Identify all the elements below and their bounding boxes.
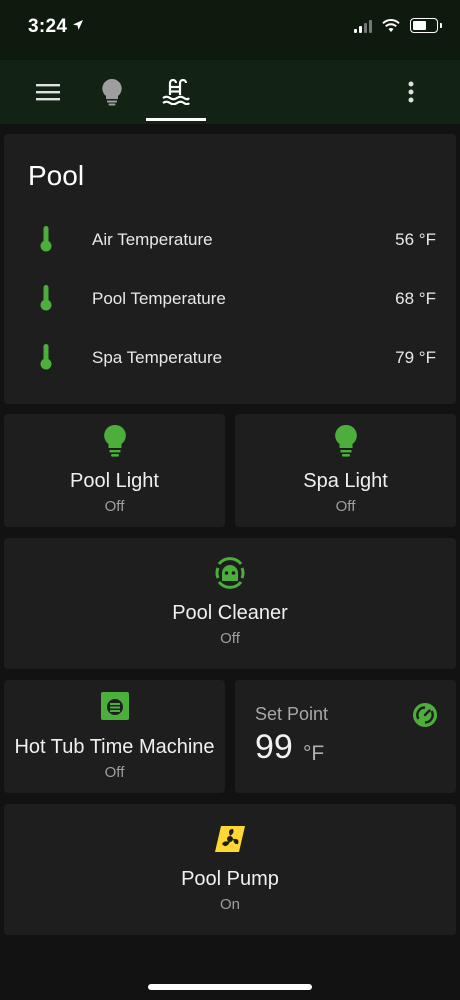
pool-sensors-card: Pool Air Temperature 56 °F Pool Temperat…	[4, 134, 456, 404]
tile-state: Off	[104, 764, 125, 781]
pool-ladder-icon	[162, 79, 190, 105]
sensor-value: 56 °F	[395, 230, 436, 249]
pool-light-tile[interactable]: Pool Light Off	[4, 414, 225, 527]
lightbulb-icon	[334, 424, 357, 457]
sensor-row-air-temperature[interactable]: Air Temperature 56 °F	[4, 220, 436, 260]
sensor-name: Pool Temperature	[92, 289, 226, 308]
status-time: 3:24	[28, 16, 68, 37]
sensor-name: Air Temperature	[92, 230, 213, 249]
thermometer-icon	[40, 226, 52, 252]
robot-vacuum-icon	[215, 557, 245, 589]
status-bar: 3:24	[0, 0, 460, 60]
tile-state: On	[219, 896, 240, 913]
app-toolbar	[0, 60, 460, 124]
lightbulb-icon	[103, 424, 126, 457]
set-point-unit: °F	[303, 742, 325, 765]
pool-cleaner-tile[interactable]: Pool Cleaner Off	[4, 538, 456, 669]
tile-state: Off	[335, 498, 356, 515]
wifi-icon	[382, 18, 400, 32]
tile-name: Spa Light	[303, 470, 388, 492]
home-indicator[interactable]	[148, 984, 312, 990]
tile-state: Off	[104, 498, 125, 515]
spa-light-tile[interactable]: Spa Light Off	[235, 414, 456, 527]
sensor-value: 79 °F	[395, 348, 436, 367]
cellular-signal-icon	[354, 19, 372, 33]
thermometer-icon	[40, 285, 52, 311]
menu-icon	[36, 84, 60, 101]
fan-icon	[215, 826, 245, 852]
set-point-label: Set Point	[255, 704, 329, 724]
location-arrow-icon	[73, 20, 83, 30]
battery-icon	[410, 18, 442, 33]
tab-lights[interactable]	[92, 60, 132, 124]
more-vertical-icon	[408, 81, 414, 103]
set-point-value: 99	[255, 728, 293, 766]
pool-pump-tile[interactable]: Pool Pump On	[4, 804, 456, 935]
sensor-row-spa-temperature[interactable]: Spa Temperature 79 °F	[4, 338, 436, 378]
tab-pool[interactable]	[156, 60, 196, 124]
tile-name: Hot Tub Time Machine	[14, 736, 215, 758]
set-point-tile[interactable]: Set Point 99 °F	[235, 680, 456, 793]
tumble-dryer-icon	[100, 692, 129, 720]
lightbulb-icon	[102, 78, 122, 106]
tile-name: Pool Cleaner	[172, 602, 288, 624]
thermometer-icon	[40, 344, 52, 370]
active-tab-indicator	[146, 118, 206, 121]
sensor-row-pool-temperature[interactable]: Pool Temperature 68 °F	[4, 279, 436, 319]
tile-name: Pool Light	[70, 470, 159, 492]
card-title: Pool	[28, 160, 85, 191]
tile-name: Pool Pump	[181, 868, 279, 890]
sensor-name: Spa Temperature	[92, 348, 223, 367]
hot-tub-time-machine-tile[interactable]: Hot Tub Time Machine Off	[4, 680, 225, 793]
tile-state: Off	[220, 630, 240, 647]
thermostat-dial-icon[interactable]	[412, 702, 438, 728]
more-options-button[interactable]	[396, 60, 426, 124]
menu-button[interactable]	[30, 60, 66, 124]
sensor-value: 68 °F	[395, 289, 436, 308]
